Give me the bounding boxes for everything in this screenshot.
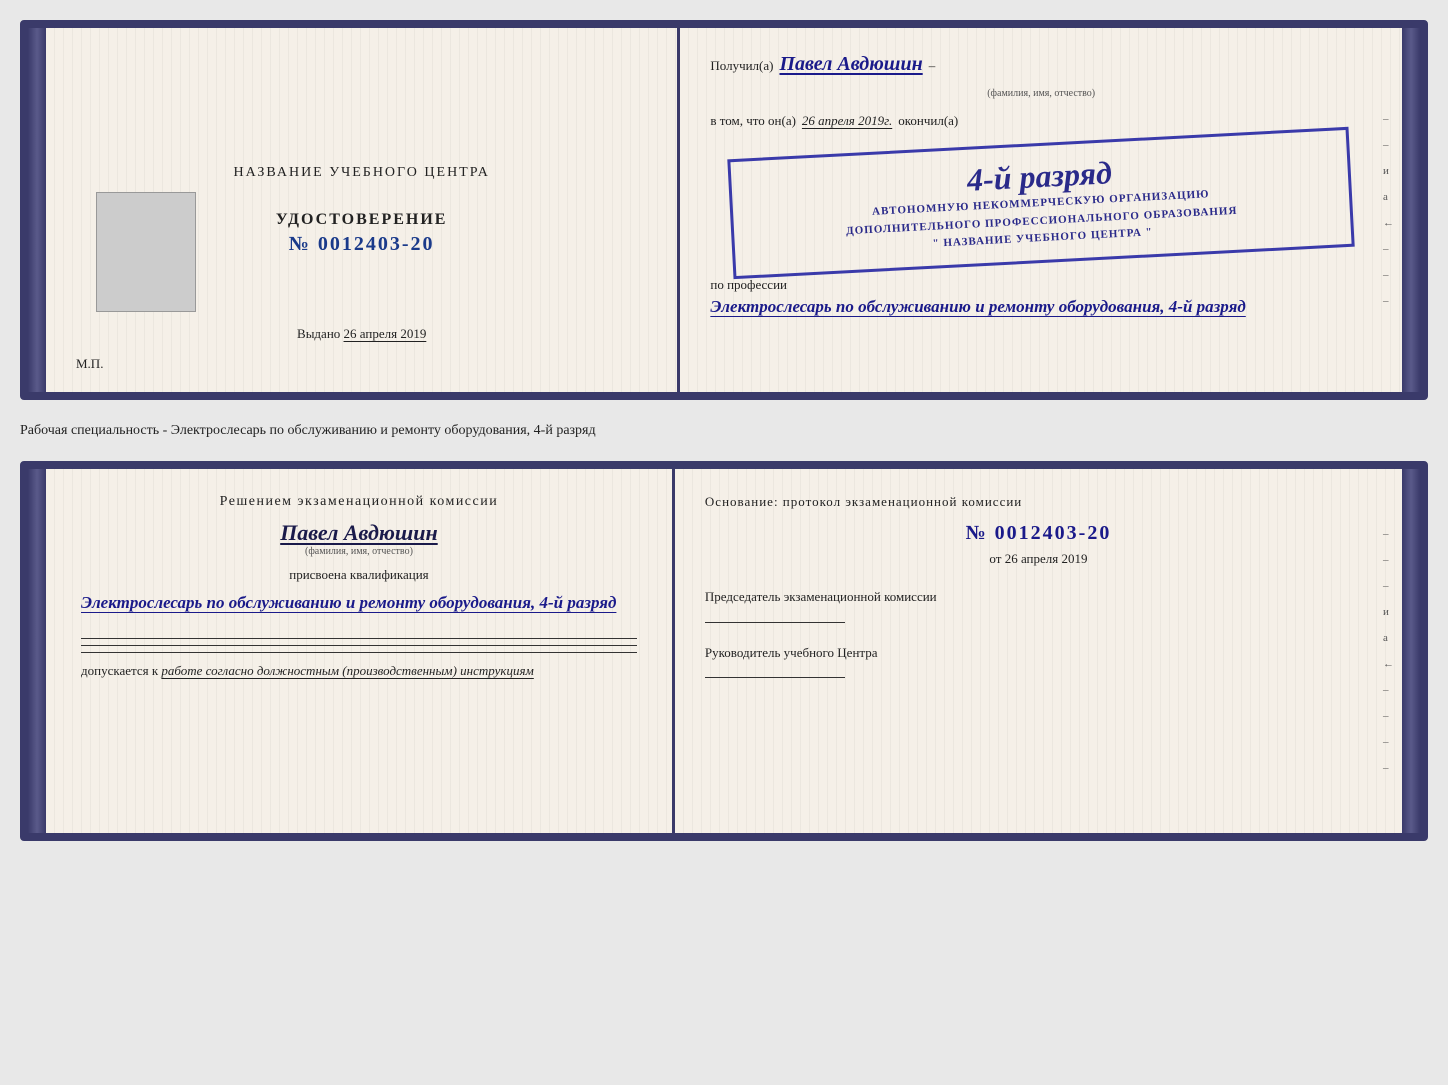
- side-mark-b10: –: [1383, 762, 1394, 774]
- side-mark-b8: –: [1383, 710, 1394, 722]
- rukovoditel-title: Руководитель учебного Центра: [705, 643, 1372, 663]
- ot-prefix: от: [989, 551, 1001, 566]
- right-spine-bottom: [1402, 469, 1420, 833]
- vtom-line: в том, что он(а) 26 апреля 2019г. окончи…: [710, 113, 1372, 129]
- certificate-number: № 0012403-20: [276, 233, 448, 256]
- profession-block: по профессии Электрослесарь по обслужива…: [710, 277, 1372, 322]
- received-name: Павел Авдюшин: [779, 53, 922, 76]
- side-mark-5: ←: [1383, 217, 1394, 229]
- line-sep-3: [81, 652, 637, 653]
- bottom-document: Решением экзаменационной комиссии Павел …: [20, 461, 1428, 841]
- predsedatel-signature-line: [705, 622, 845, 623]
- predsedatel-block: Председатель экзаменационной комиссии: [705, 587, 1372, 623]
- side-mark-8: –: [1383, 295, 1394, 307]
- right-spine-top: [1402, 28, 1420, 392]
- side-marks-top: – – и а ← – – –: [1383, 113, 1394, 307]
- center-title: НАЗВАНИЕ УЧЕБНОГО ЦЕНТРА: [234, 165, 490, 181]
- side-mark-7: –: [1383, 269, 1394, 281]
- protocol-number: № 0012403-20: [705, 522, 1372, 545]
- person-name-bl: Павел Авдюшин: [81, 520, 637, 546]
- side-mark-b6: ←: [1383, 658, 1394, 670]
- vydano-date: 26 апреля 2019: [344, 326, 427, 341]
- photo-placeholder: [96, 192, 196, 312]
- prisvoena-text: присвоена квалификация: [81, 567, 637, 583]
- dopusk-prefix: допускается к: [81, 663, 158, 678]
- line-sep-2: [81, 645, 637, 646]
- side-mark-1: –: [1383, 113, 1394, 125]
- side-mark-4: а: [1383, 191, 1394, 203]
- side-mark-b1: –: [1383, 528, 1394, 540]
- left-spine: [28, 28, 46, 392]
- side-mark-6: –: [1383, 243, 1394, 255]
- received-prefix: Получил(a): [710, 58, 773, 74]
- rukovoditel-signature-line: [705, 677, 845, 678]
- rukovoditel-block: Руководитель учебного Центра: [705, 643, 1372, 679]
- line-sep-1: [81, 638, 637, 639]
- certificate-title: УДОСТОВЕРЕНИЕ: [276, 211, 448, 229]
- side-mark-b9: –: [1383, 736, 1394, 748]
- top-document: НАЗВАНИЕ УЧЕБНОГО ЦЕНТРА УДОСТОВЕРЕНИЕ №…: [20, 20, 1428, 400]
- separator-text: Рабочая специальность - Электрослесарь п…: [20, 412, 1428, 449]
- side-mark-b5: а: [1383, 632, 1394, 644]
- okoncil-label: окончил(а): [898, 113, 958, 129]
- side-mark-b3: –: [1383, 580, 1394, 592]
- komissia-title: Решением экзаменационной комиссии: [81, 494, 637, 510]
- qualification-value: Электрослесарь по обслуживанию и ремонту…: [81, 589, 637, 618]
- side-mark-b4: и: [1383, 606, 1394, 618]
- vtom-prefix: в том, что он(а): [710, 113, 796, 129]
- side-mark-b2: –: [1383, 554, 1394, 566]
- vtom-date: 26 апреля 2019г.: [802, 113, 892, 129]
- predsedatel-title: Председатель экзаменационной комиссии: [705, 587, 1372, 607]
- side-mark-b7: –: [1383, 684, 1394, 696]
- ot-date: 26 апреля 2019: [1005, 551, 1088, 566]
- profession-prefix: по профессии: [710, 277, 1372, 293]
- vydano-line: Выдано 26 апреля 2019: [297, 326, 426, 342]
- dopusk-block: допускается к работе согласно должностны…: [81, 663, 637, 679]
- fio-hint-bl: (фамилия, имя, отчество): [81, 546, 637, 557]
- bottom-right-page: Основание: протокол экзаменационной коми…: [675, 469, 1402, 833]
- osnovanie-title: Основание: протокол экзаменационной коми…: [705, 494, 1372, 510]
- top-left-page: НАЗВАНИЕ УЧЕБНОГО ЦЕНТРА УДОСТОВЕРЕНИЕ №…: [46, 28, 680, 392]
- ot-date-line: от 26 апреля 2019: [705, 551, 1372, 567]
- page-wrapper: НАЗВАНИЕ УЧЕБНОГО ЦЕНТРА УДОСТОВЕРЕНИЕ №…: [20, 20, 1428, 841]
- dash: –: [929, 58, 936, 74]
- received-line: Получил(a) Павел Авдюшин –: [710, 53, 1372, 76]
- vydano-prefix: Выдано: [297, 326, 340, 341]
- bottom-left-page: Решением экзаменационной комиссии Павел …: [46, 469, 675, 833]
- certificate-block: УДОСТОВЕРЕНИЕ № 0012403-20: [276, 211, 448, 256]
- top-right-page: Получил(a) Павел Авдюшин – (фамилия, имя…: [680, 28, 1402, 392]
- side-mark-2: –: [1383, 139, 1394, 151]
- dopusk-value: работе согласно должностным (производств…: [161, 663, 533, 678]
- side-marks-bottom: – – – и а ← – – – –: [1383, 528, 1394, 774]
- left-spine-bottom: [28, 469, 46, 833]
- profession-value: Электрослесарь по обслуживанию и ремонту…: [710, 293, 1372, 322]
- mp-label: М.П.: [76, 356, 103, 372]
- side-mark-3: и: [1383, 165, 1394, 177]
